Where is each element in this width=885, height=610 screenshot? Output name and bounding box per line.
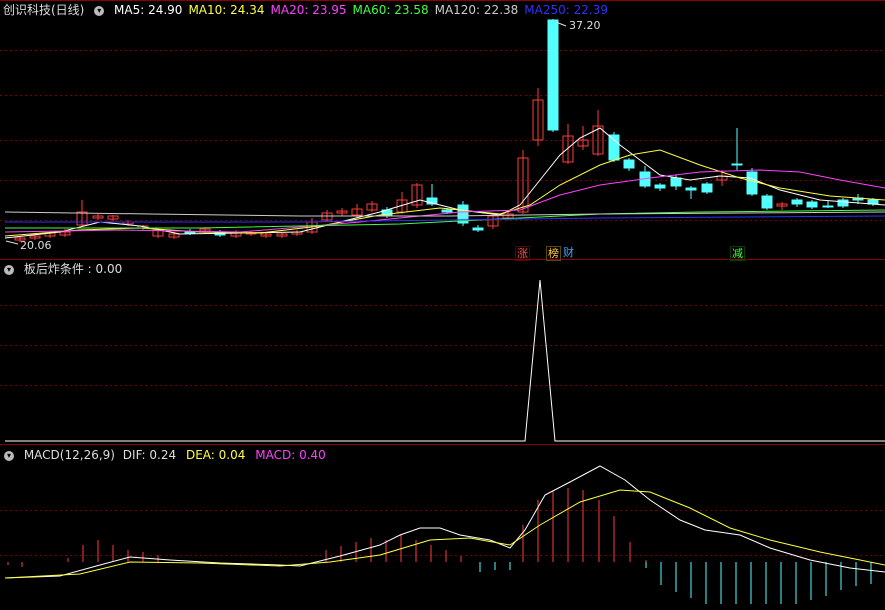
collapse-icon[interactable]: ▾ [4,450,14,461]
panel2-signal-line [5,279,885,442]
dif-label: DIF: [122,448,146,462]
collapse-icon[interactable]: ▾ [4,264,14,275]
candle-down [822,205,834,208]
macd-label: MACD: [255,448,296,462]
ma-indicator-1: MA10: 24.34 [188,3,265,17]
panel2-value: : 0.00 [87,262,123,276]
candle-down [472,227,484,231]
stock-title: 创识科技(日线) [3,3,85,17]
macd-title: MACD(12,26,9) [23,448,115,462]
ma250-line [5,215,885,223]
low-price-label: 20.06 [20,239,52,252]
panel2-header: ▾ 板后炸条件 : 0.00 [0,260,128,278]
ma-indicator-4: MA120: 22.38 [434,3,519,17]
candle-down [731,163,743,166]
candle-down [685,187,697,191]
candle-down [670,177,682,187]
panel2-title: 板后炸条件 [23,262,84,276]
candle-down [761,195,773,209]
dea-label: DEA: [185,448,215,462]
dea-line [4,489,885,579]
candle-down [806,201,818,208]
tag-zhang[interactable]: 涨 [515,246,530,261]
candle-down [623,159,635,169]
macd-value: 0.40 [299,448,326,462]
candle-down [791,199,803,205]
candle-down [837,199,849,207]
high-price-label: 37.20 [569,19,601,32]
dea-value: 0.04 [218,448,246,462]
tag-cai[interactable]: 财 [562,246,575,259]
ma-indicator-2: MA20: 23.95 [270,3,347,17]
dif-value: 0.24 [149,448,177,462]
low-marker [5,240,19,245]
candle-down [441,209,453,213]
candle-down [184,231,196,234]
chart-canvas [0,0,885,604]
candle-down [701,183,713,193]
dif-line [4,465,885,579]
macd-header: ▾ MACD(12,26,9) DIF: 0.24 DEA: 0.04 MACD… [0,446,332,464]
candle-down [547,19,559,131]
tag-bang[interactable]: 榜 [546,246,561,261]
ma-indicator-list: MA5: 24.90 MA10: 24.34 MA20: 23.95 MA60: 23… [114,3,614,17]
ma-indicator-0: MA5: 24.90 [114,3,183,17]
ma-indicator-5: MA250: 22.39 [524,3,608,17]
candle-down [746,171,758,195]
tag-jian[interactable]: 减 [730,246,745,261]
main-panel-header: 创识科技(日线) ▾ MA5: 24.90 MA10: 24.34 MA20: 23… [0,1,620,19]
ma-indicator-3: MA60: 23.58 [352,3,429,17]
candle-down [608,134,620,161]
collapse-icon[interactable]: ▾ [94,5,105,16]
candle-down [654,184,666,189]
